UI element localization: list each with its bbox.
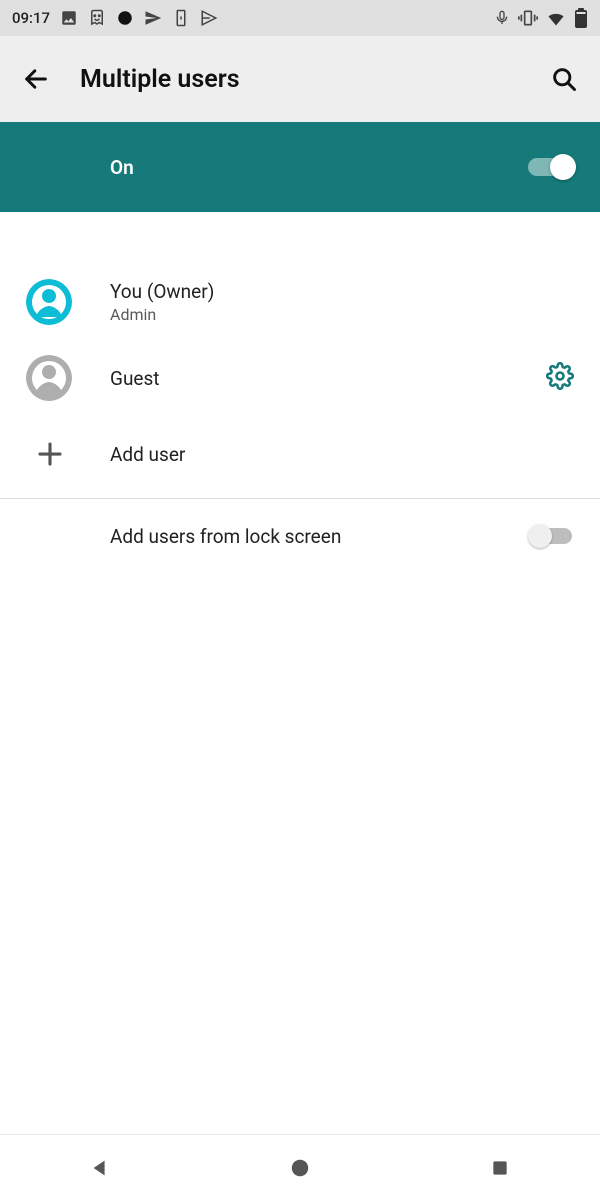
user-owner-subtitle: Admin (110, 305, 574, 324)
add-user-label: Add user (110, 443, 574, 466)
lock-screen-switch[interactable] (528, 523, 574, 549)
image-icon (60, 9, 78, 27)
circle-home-icon (289, 1157, 311, 1179)
nav-home-button[interactable] (260, 1144, 340, 1192)
search-button[interactable] (540, 55, 588, 103)
owner-avatar-icon (26, 279, 72, 325)
master-toggle-label: On (26, 156, 134, 179)
navigation-bar (0, 1134, 600, 1200)
master-toggle-banner[interactable]: On (0, 122, 600, 212)
search-icon (550, 65, 578, 93)
app-bar: Multiple users (0, 36, 600, 122)
battery-icon (574, 8, 588, 28)
square-recent-icon (490, 1158, 510, 1178)
content: You (Owner) Admin Guest (0, 212, 600, 573)
lock-screen-row[interactable]: Add users from lock screen (0, 499, 600, 573)
nav-recent-button[interactable] (460, 1144, 540, 1192)
triangle-back-icon (89, 1157, 111, 1179)
guest-settings-button[interactable] (546, 362, 574, 394)
user-owner-title: You (Owner) (110, 280, 574, 303)
add-user-row[interactable]: Add user (0, 416, 600, 492)
user-row-guest[interactable]: Guest (0, 340, 600, 416)
play-icon (200, 9, 218, 27)
send-icon (144, 9, 162, 27)
plus-icon (35, 439, 65, 469)
status-left: 09:17 (12, 9, 218, 27)
guest-avatar-icon (26, 355, 72, 401)
gear-icon (546, 362, 574, 390)
status-bar: 09:17 (0, 0, 600, 36)
vibrate-icon (518, 8, 538, 28)
dot-icon (116, 9, 134, 27)
user-guest-title: Guest (110, 367, 526, 390)
status-time: 09:17 (12, 9, 50, 27)
status-right (494, 8, 588, 28)
nav-back-button[interactable] (60, 1144, 140, 1192)
arrow-left-icon (22, 65, 50, 93)
mic-icon (494, 10, 510, 26)
page-title: Multiple users (80, 65, 540, 94)
lock-screen-label: Add users from lock screen (110, 525, 341, 548)
device-icon (172, 9, 190, 27)
wifi-icon (546, 8, 566, 28)
back-button[interactable] (12, 55, 60, 103)
user-row-owner[interactable]: You (Owner) Admin (0, 264, 600, 340)
master-toggle-switch[interactable] (528, 154, 574, 180)
smile-icon (88, 9, 106, 27)
